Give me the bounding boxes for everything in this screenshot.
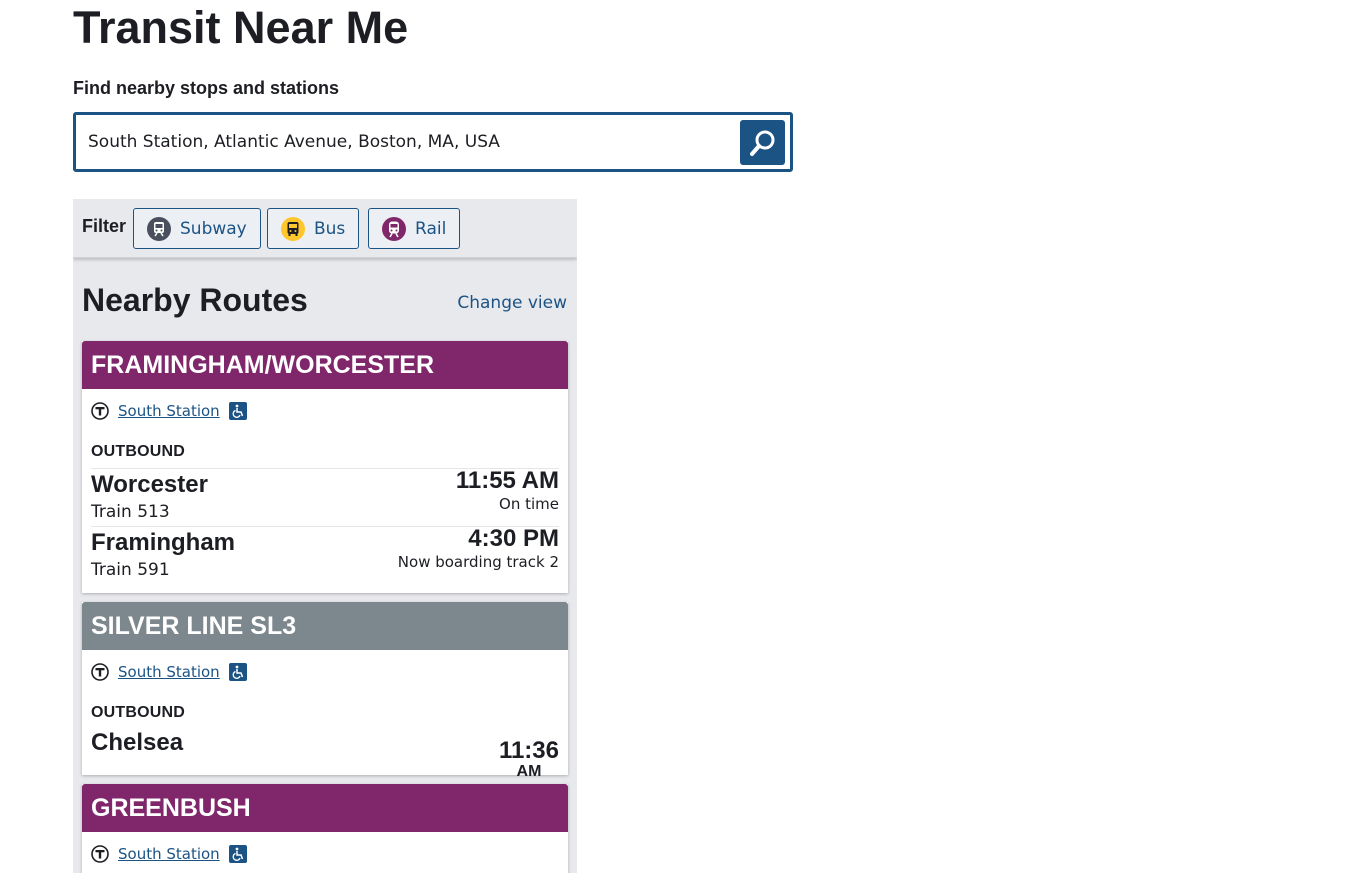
search-input[interactable] — [88, 115, 728, 169]
trip-vehicle: Train 513 — [91, 502, 170, 522]
direction-label: OUTBOUND — [91, 704, 186, 721]
filter-bus-button[interactable]: Bus — [267, 208, 360, 249]
trip-status: Now boarding track 2 — [397, 553, 559, 571]
page-title: Transit Near Me — [73, 2, 409, 53]
route-header[interactable]: SILVER LINE SL3 — [82, 602, 568, 650]
route-header[interactable]: FRAMINGHAM/WORCESTER — [82, 341, 568, 389]
search-box — [73, 112, 793, 172]
t-logo-icon — [91, 663, 109, 681]
filter-subway-button[interactable]: Subway — [133, 208, 261, 249]
stop-link[interactable]: South Station — [118, 663, 220, 681]
trip-destination: Chelsea — [91, 729, 184, 756]
direction-label: OUTBOUND — [91, 443, 186, 460]
accessible-icon — [228, 402, 247, 420]
trip-destination: Worcester — [91, 471, 208, 498]
trip-row[interactable]: Worcester Train 513 11:55 AM On time — [91, 467, 559, 526]
accessible-icon — [228, 663, 247, 681]
route-card: FRAMINGHAM/WORCESTER South Station OUTBO… — [82, 341, 568, 593]
trip-vehicle: Train 591 — [91, 560, 170, 580]
trip-row[interactable]: Framingham Train 591 4:30 PM Now boardin… — [91, 525, 559, 584]
stop-link[interactable]: South Station — [118, 402, 220, 420]
filter-label: Filter — [82, 216, 127, 236]
trip-destination: Framingham — [91, 529, 236, 556]
trip-time-ampm: AM — [516, 763, 542, 780]
accessible-icon — [228, 845, 247, 863]
stop-link[interactable]: South Station — [118, 845, 220, 863]
trip-time: 11:55 AM — [455, 467, 559, 494]
filter-bus-label: Bus — [314, 218, 346, 239]
search-icon — [749, 130, 774, 156]
filter-rail-button[interactable]: Rail — [368, 208, 461, 249]
filter-bar: Filter Subway Bus Rail — [73, 199, 577, 258]
search-button[interactable] — [740, 120, 785, 165]
route-card: GREENBUSH South Station — [82, 784, 568, 873]
rail-icon — [382, 216, 406, 241]
route-card: SILVER LINE SL3 South Station OUTBOUND C… — [82, 602, 568, 780]
filter-subway-label: Subway — [180, 218, 247, 239]
t-logo-icon — [91, 845, 109, 863]
subway-icon — [147, 216, 171, 241]
trip-row[interactable]: Chelsea — [91, 729, 559, 769]
stop-line: South Station — [91, 400, 247, 422]
route-header[interactable]: GREENBUSH — [82, 784, 568, 832]
stop-line: South Station — [91, 661, 247, 683]
bus-icon — [281, 216, 305, 241]
stop-line: South Station — [91, 843, 247, 865]
trip-time: 4:30 PM — [468, 525, 559, 552]
nearby-routes-heading: Nearby Routes — [82, 282, 308, 318]
filter-rail-label: Rail — [415, 218, 447, 239]
nearby-panel: Filter Subway Bus Rail Nearby Routes Cha… — [73, 199, 577, 873]
trip-time-hm: 11:36 — [498, 737, 559, 764]
change-view-link[interactable]: Change view — [457, 293, 567, 313]
trip-status: On time — [499, 495, 559, 513]
search-label: Find nearby stops and stations — [73, 78, 340, 98]
t-logo-icon — [91, 402, 109, 420]
trip-time: 11:36 AM — [499, 738, 559, 780]
